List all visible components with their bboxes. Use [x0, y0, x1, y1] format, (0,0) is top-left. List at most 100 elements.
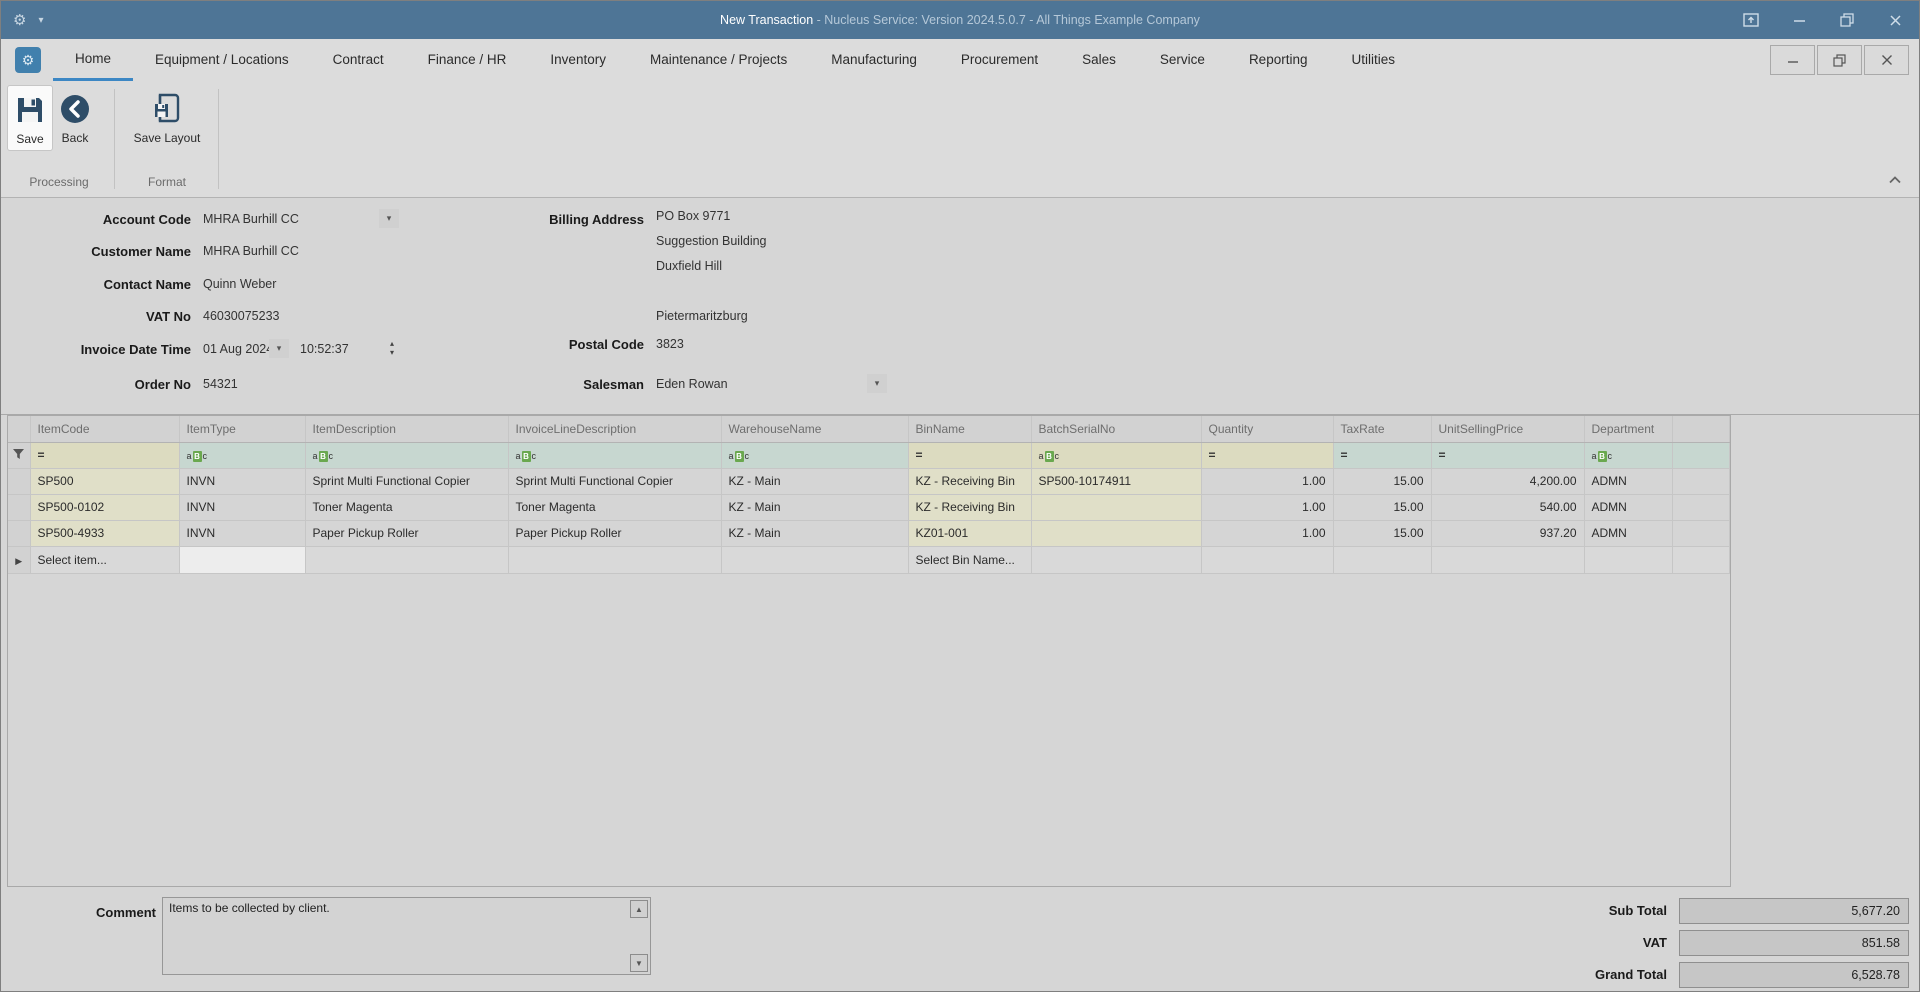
new-cell-WarehouseName[interactable]: [721, 546, 909, 574]
cell-BinName[interactable]: KZ - Receiving Bin: [908, 494, 1032, 521]
ribbon-tab-finance-hr[interactable]: Finance / HR: [406, 39, 529, 81]
new-cell-BatchSerialNo[interactable]: [1031, 546, 1202, 574]
filter-cell-ItemDescription[interactable]: aBc: [305, 442, 509, 469]
new-cell-TaxRate[interactable]: [1333, 546, 1432, 574]
cell-Quantity[interactable]: 1.00: [1201, 520, 1334, 547]
filter-cell-BinName[interactable]: =: [908, 442, 1032, 469]
cell-UnitSellingPrice[interactable]: 540.00: [1431, 494, 1585, 521]
salesman-value[interactable]: Eden Rowan: [656, 377, 728, 391]
cell-WarehouseName[interactable]: KZ - Main: [721, 494, 909, 521]
ribbon-tab-manufacturing[interactable]: Manufacturing: [809, 39, 939, 81]
column-header-Quantity[interactable]: Quantity: [1201, 416, 1334, 443]
collapse-panel-chevron-icon[interactable]: [1885, 171, 1905, 187]
ribbon-tab-utilities[interactable]: Utilities: [1329, 39, 1417, 81]
comment-scroll-down-icon[interactable]: ▼: [630, 954, 648, 972]
save-button[interactable]: Save: [7, 85, 53, 151]
ribbon-tab-reporting[interactable]: Reporting: [1227, 39, 1330, 81]
titlebar-restore-icon[interactable]: [1837, 10, 1857, 30]
filter-funnel-icon[interactable]: [8, 442, 31, 469]
cell-WarehouseName[interactable]: KZ - Main: [721, 468, 909, 495]
cell-ItemCode[interactable]: SP500-4933: [30, 520, 180, 547]
filter-cell-WarehouseName[interactable]: aBc: [721, 442, 909, 469]
filter-cell-Department[interactable]: aBc: [1584, 442, 1673, 469]
postal-code-value[interactable]: 3823: [656, 337, 684, 351]
ribbon-tab-inventory[interactable]: Inventory: [528, 39, 628, 81]
filter-cell-InvoiceLineDescription[interactable]: aBc: [508, 442, 722, 469]
cell-BinName[interactable]: KZ - Receiving Bin: [908, 468, 1032, 495]
save-layout-button[interactable]: Save Layout: [128, 85, 207, 149]
row-indicator[interactable]: [8, 520, 31, 547]
column-header-ItemDescription[interactable]: ItemDescription: [305, 416, 509, 443]
titlebar-minimize-icon[interactable]: [1789, 10, 1809, 30]
billing-address-line[interactable]: PO Box 9771: [656, 209, 767, 234]
row-indicator[interactable]: [8, 494, 31, 521]
column-header-TaxRate[interactable]: TaxRate: [1333, 416, 1432, 443]
column-header-Department[interactable]: Department: [1584, 416, 1673, 443]
cell-WarehouseName[interactable]: KZ - Main: [721, 520, 909, 547]
column-header-ItemCode[interactable]: ItemCode: [30, 416, 180, 443]
ribbon-tab-sales[interactable]: Sales: [1060, 39, 1138, 81]
column-header-BinName[interactable]: BinName: [908, 416, 1032, 443]
filter-cell-BatchSerialNo[interactable]: aBc: [1031, 442, 1202, 469]
cell-ItemDescription[interactable]: Toner Magenta: [305, 494, 509, 521]
new-cell-UnitSellingPrice[interactable]: [1431, 546, 1585, 574]
cell-UnitSellingPrice[interactable]: 4,200.00: [1431, 468, 1585, 495]
restore-up-icon[interactable]: [1741, 10, 1761, 30]
child-close-button[interactable]: [1864, 45, 1909, 75]
filter-cell-Quantity[interactable]: =: [1201, 442, 1334, 469]
child-minimize-button[interactable]: [1770, 45, 1815, 75]
column-header-UnitSellingPrice[interactable]: UnitSellingPrice: [1431, 416, 1585, 443]
cell-ItemDescription[interactable]: Sprint Multi Functional Copier: [305, 468, 509, 495]
cell-InvoiceLineDescription[interactable]: Paper Pickup Roller: [508, 520, 722, 547]
ribbon-tab-maintenance-projects[interactable]: Maintenance / Projects: [628, 39, 809, 81]
cell-InvoiceLineDescription[interactable]: Sprint Multi Functional Copier: [508, 468, 722, 495]
ribbon-tab-service[interactable]: Service: [1138, 39, 1227, 81]
billing-address-line[interactable]: Duxfield Hill: [656, 259, 767, 284]
cell-BatchSerialNo[interactable]: SP500-10174911: [1031, 468, 1202, 495]
ribbon-tab-home[interactable]: Home: [53, 39, 134, 81]
child-restore-button[interactable]: [1817, 45, 1862, 75]
filter-cell-ItemCode[interactable]: =: [30, 442, 180, 469]
cell-ItemCode[interactable]: SP500-0102: [30, 494, 180, 521]
comment-scroll-up-icon[interactable]: ▲: [630, 900, 648, 918]
cell-BinName[interactable]: KZ01-001: [908, 520, 1032, 547]
app-menu-button[interactable]: ⚙: [15, 47, 41, 73]
cell-ItemCode[interactable]: SP500: [30, 468, 180, 495]
cell-ItemType[interactable]: INVN: [179, 468, 306, 495]
cell-TaxRate[interactable]: 15.00: [1333, 468, 1432, 495]
ribbon-tab-contract[interactable]: Contract: [311, 39, 406, 81]
comment-input[interactable]: Items to be collected by client. ▲ ▼: [162, 897, 651, 975]
quick-access-dropdown-icon[interactable]: ▾: [38, 15, 43, 26]
ribbon-tab-equipment-locations[interactable]: Equipment / Locations: [133, 39, 311, 81]
billing-address-line[interactable]: Pietermaritzburg: [656, 309, 767, 334]
billing-address-line[interactable]: [656, 284, 767, 309]
column-header-ItemType[interactable]: ItemType: [179, 416, 306, 443]
cell-Department[interactable]: ADMN: [1584, 520, 1673, 547]
cell-ItemType[interactable]: INVN: [179, 494, 306, 521]
new-cell-Department[interactable]: [1584, 546, 1673, 574]
filter-cell-ItemType[interactable]: aBc: [179, 442, 306, 469]
salesman-dropdown-icon[interactable]: ▾: [867, 374, 887, 393]
ribbon-tab-procurement[interactable]: Procurement: [939, 39, 1060, 81]
new-cell-ItemType[interactable]: [179, 546, 306, 574]
filter-cell-TaxRate[interactable]: =: [1333, 442, 1432, 469]
customer-name-value[interactable]: MHRA Burhill CC: [203, 244, 299, 258]
filter-cell-UnitSellingPrice[interactable]: =: [1431, 442, 1585, 469]
back-button[interactable]: Back: [53, 85, 97, 149]
new-cell-InvoiceLineDescription[interactable]: [508, 546, 722, 574]
cell-Department[interactable]: ADMN: [1584, 494, 1673, 521]
column-header-WarehouseName[interactable]: WarehouseName: [721, 416, 909, 443]
new-cell-ItemDescription[interactable]: [305, 546, 509, 574]
row-indicator[interactable]: [8, 468, 31, 495]
billing-address-lines[interactable]: PO Box 9771 Suggestion Building Duxfield H…: [656, 209, 767, 334]
cell-Quantity[interactable]: 1.00: [1201, 494, 1334, 521]
cell-Department[interactable]: ADMN: [1584, 468, 1673, 495]
vat-no-value[interactable]: 46030075233: [203, 309, 279, 323]
cell-TaxRate[interactable]: 15.00: [1333, 494, 1432, 521]
column-header-BatchSerialNo[interactable]: BatchSerialNo: [1031, 416, 1202, 443]
cell-ItemDescription[interactable]: Paper Pickup Roller: [305, 520, 509, 547]
cell-BatchSerialNo[interactable]: [1031, 494, 1202, 521]
column-header-InvoiceLineDescription[interactable]: InvoiceLineDescription: [508, 416, 722, 443]
contact-name-value[interactable]: Quinn Weber: [203, 277, 276, 291]
quick-access-gear-icon[interactable]: ⚙: [13, 11, 26, 29]
